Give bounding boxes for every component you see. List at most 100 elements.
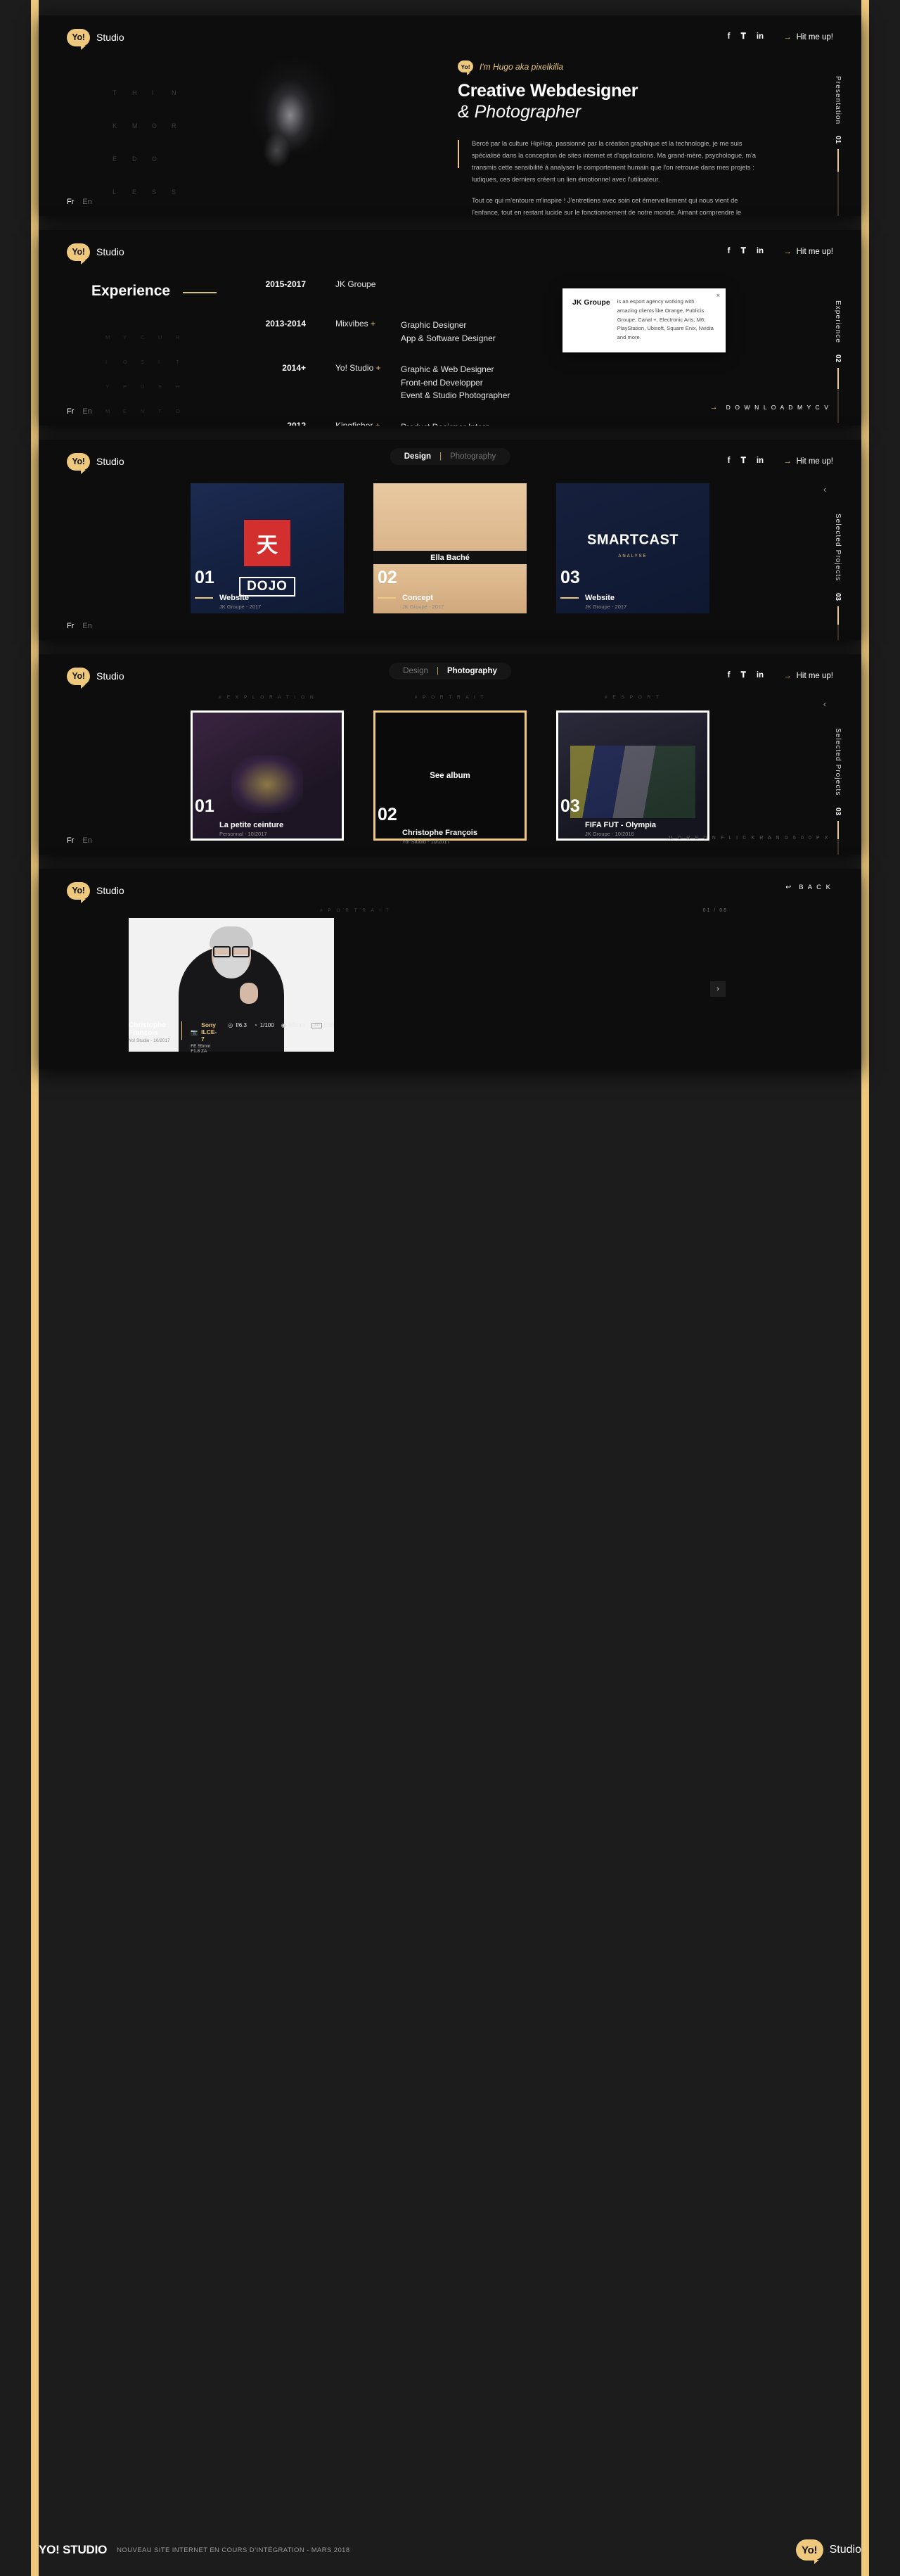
twitter-icon[interactable]: 𝐓 — [740, 672, 745, 680]
letter: E — [112, 155, 118, 162]
tab-design[interactable]: Design — [403, 667, 428, 675]
caption-logo[interactable]: Yo! Studio — [795, 2539, 861, 2564]
project-number: 03 — [560, 568, 580, 587]
lang-en[interactable]: En — [82, 407, 91, 416]
lang-en[interactable]: En — [82, 622, 91, 630]
hit-me-up-link[interactable]: → Hit me up! — [783, 248, 833, 256]
panel-selected-projects-photography: Yo! Studio f 𝐓 in → Hit me up! Design | … — [39, 654, 861, 855]
photo-subtitle: Yo! Studio - 10/2017 — [402, 839, 450, 845]
rail-progress-track[interactable] — [837, 149, 839, 216]
list-item[interactable]: 天 DOJO 01 Website JK Groupe - 2017 — [191, 483, 344, 613]
list-item[interactable]: # E X P L O R A T I O N 01 La petite cei… — [191, 695, 344, 841]
table-row[interactable]: 2012 Kingfisher + Product Designer Inter… — [229, 421, 721, 426]
letter: M — [105, 408, 110, 414]
decorative-letter-grid: T H I N K M O R E D O L E S S — [112, 89, 191, 196]
see-album-button[interactable]: See album — [430, 772, 470, 780]
letter: T — [112, 89, 117, 96]
twitter-icon[interactable]: 𝐓 — [740, 33, 745, 42]
hit-me-up-link[interactable]: → Hit me up! — [783, 457, 833, 466]
lang-fr[interactable]: Fr — [67, 622, 74, 630]
camera-info: 📷 Sony ILCE-7 FE 55mm F1.8 ZA — [191, 1021, 217, 1054]
category-tabs: Design | Photography — [390, 448, 510, 465]
experience-company[interactable]: Yo! Studio + — [306, 363, 401, 402]
experience-company[interactable]: JK Groupe — [306, 279, 401, 289]
list-item[interactable]: # P O R T R A I T See album 02 Christoph… — [373, 695, 527, 845]
section-rail: Presentation 01 04 — [834, 76, 842, 216]
logo[interactable]: Yo! Studio — [67, 881, 124, 903]
facebook-icon[interactable]: f — [728, 248, 731, 256]
experience-company[interactable]: Mixvibes + — [306, 319, 401, 345]
letter: M — [132, 122, 139, 129]
logo[interactable]: Yo! Studio — [67, 28, 124, 50]
thumbnail-art-top — [373, 483, 527, 556]
exif-focal: ◉ 55mm — [281, 1022, 304, 1028]
expand-plus-icon[interactable]: + — [376, 363, 381, 373]
language-switcher[interactable]: Fr En — [67, 836, 92, 845]
letter: O — [176, 408, 181, 414]
language-switcher[interactable]: Fr En — [67, 622, 92, 630]
expand-plus-icon[interactable]: + — [375, 421, 380, 426]
project-meta: Concept JK Groupe - 2017 — [378, 594, 527, 610]
rail-progress-track[interactable] — [837, 820, 839, 855]
flickr-500px-note[interactable]: M O R E O N F L I C K R A N D 5 0 0 P X — [669, 836, 830, 841]
rail-progress-track[interactable] — [837, 368, 839, 423]
letter: Y — [105, 383, 110, 390]
list-item[interactable]: SMARTCAST ANALYSE 03 Website JK Groupe -… — [556, 483, 709, 613]
next-photo-button[interactable]: › — [710, 981, 726, 997]
list-item[interactable]: # E S P O R T 03 FIFA FUT - Olympia JK G… — [556, 695, 709, 841]
hit-me-up-link[interactable]: → Hit me up! — [783, 33, 833, 42]
lang-fr[interactable]: Fr — [67, 836, 74, 845]
logo[interactable]: Yo! Studio — [67, 452, 124, 474]
twitter-icon[interactable]: 𝐓 — [740, 248, 745, 256]
facebook-icon[interactable]: f — [728, 672, 731, 680]
facebook-icon[interactable]: f — [728, 457, 731, 466]
smartcast-wordmark: SMARTCAST — [586, 532, 679, 548]
rail-progress-track[interactable] — [837, 606, 839, 640]
language-switcher[interactable]: Fr En — [67, 198, 92, 206]
role: Graphic Designer — [401, 320, 467, 330]
linkedin-icon[interactable]: in — [757, 672, 764, 680]
back-button[interactable]: ↩ B A C K — [785, 884, 832, 891]
hero-portrait-image — [207, 49, 355, 193]
experience-roles: Graphic Designer App & Software Designer — [401, 319, 496, 345]
letter: I — [105, 359, 108, 365]
close-icon[interactable]: × — [716, 292, 720, 299]
lang-fr[interactable]: Fr — [67, 198, 74, 206]
table-row[interactable]: 2015-2017 JK Groupe — [229, 279, 721, 289]
language-switcher[interactable]: Fr En — [67, 407, 92, 416]
photo-subtitle: Yo! Studio - 10/2017 — [129, 1038, 170, 1043]
facebook-icon[interactable]: f — [728, 33, 731, 42]
linkedin-icon[interactable]: in — [757, 33, 764, 42]
project-subtitle: JK Groupe - 2017 — [219, 604, 262, 610]
expand-plus-icon[interactable]: + — [371, 319, 375, 329]
focal-length-icon: ◉ — [281, 1022, 286, 1028]
arrow-right-icon: → — [783, 33, 792, 42]
lang-en[interactable]: En — [82, 198, 91, 206]
tab-design[interactable]: Design — [404, 452, 431, 461]
table-row[interactable]: 2014+ Yo! Studio + Graphic & Web Designe… — [229, 363, 721, 402]
hit-me-up-link[interactable]: → Hit me up! — [783, 672, 833, 680]
glasses-icon — [213, 946, 250, 957]
linkedin-icon[interactable]: in — [757, 457, 764, 466]
carousel-next-icon[interactable]: ‹ — [818, 696, 832, 710]
twitter-icon[interactable]: 𝐓 — [740, 457, 745, 466]
tab-photography[interactable]: Photography — [447, 667, 497, 675]
ella-bache-wordmark: Ella Baché — [373, 551, 527, 565]
title-dash — [560, 597, 579, 599]
logo[interactable]: Yo! Studio — [67, 243, 124, 264]
tab-photography[interactable]: Photography — [450, 452, 496, 461]
experience-company[interactable]: Kingfisher + — [306, 421, 401, 426]
lang-fr[interactable]: Fr — [67, 407, 74, 416]
tab-separator: | — [439, 452, 442, 461]
linkedin-icon[interactable]: in — [757, 248, 764, 256]
exif-list: ◎ f/6.3 ◔ 1/100 ◉ 55mm ISO 250 — [228, 1021, 334, 1028]
letter: O — [152, 122, 158, 129]
download-cv-link[interactable]: → D O W N L O A D M Y C V — [710, 403, 830, 412]
logo-bubble-icon: Yo! — [795, 2539, 823, 2564]
lang-en[interactable]: En — [82, 836, 91, 845]
logo[interactable]: Yo! Studio — [67, 667, 124, 689]
letter: N — [172, 89, 177, 96]
camera-row: 📷 Sony ILCE-7 — [191, 1021, 217, 1042]
list-item[interactable]: Ella Baché 02 Concept JK Groupe - 2017 — [373, 483, 527, 613]
carousel-next-icon[interactable]: ‹ — [818, 482, 832, 496]
